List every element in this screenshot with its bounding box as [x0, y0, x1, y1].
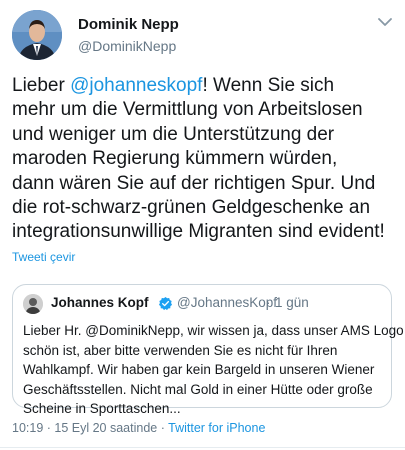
tweet-detail: Dominik Nepp @DominikNepp Lieber @johann…	[0, 0, 405, 450]
mention-link[interactable]: @johanneskopf	[70, 75, 202, 96]
tweet-text: Lieber @johanneskopf! Wenn Sie sich mehr…	[12, 74, 400, 245]
tweet-line: und weniger um die Unterstützung der	[12, 123, 335, 145]
tweet-prefix: Lieber	[12, 75, 71, 96]
tweet-line: maroden Regierung kümmern würden,	[12, 148, 338, 170]
separator-dot: ·	[266, 295, 271, 310]
divider	[0, 447, 405, 448]
quoted-author-handle: @JohannesKopf	[177, 295, 278, 310]
quoted-line: Lieber Hr. @DominikNepp, wir wissen ja, …	[23, 323, 404, 338]
quoted-author-name: Johannes Kopf	[51, 295, 149, 310]
author-name[interactable]: Dominik Nepp	[78, 16, 179, 33]
quoted-author-avatar	[23, 294, 43, 314]
tweet-line: dann wären Sie auf der richtigen Spur. U…	[12, 172, 376, 194]
tweet-line: mehr um die Vermittlung von Arbeitslosen	[12, 99, 363, 121]
tweet-date: · 15 Eyl 20 saatinde ·	[43, 421, 169, 435]
quoted-tweet-card[interactable]: Johannes Kopf @JohannesKopf · 1 gün Lieb…	[12, 284, 404, 416]
quoted-line: Scheine in Sporttaschen...	[23, 401, 181, 416]
tweet-line: Lieber @johanneskopf! Wenn Sie sich	[12, 74, 400, 98]
translate-tweet-link[interactable]: Tweeti çevir	[12, 250, 75, 264]
chevron-down-icon[interactable]	[375, 12, 395, 32]
tweet-meta: 10:19 · 15 Eyl 20 saatinde · Twitter for…	[12, 421, 265, 435]
verified-badge-icon	[158, 296, 173, 311]
quoted-tweet-text: Lieber Hr. @DominikNepp, wir wissen ja, …	[23, 321, 404, 419]
quoted-line: Wahlkampf. Wir haben gar kein Bargeld in…	[23, 362, 375, 377]
tweet-source-link[interactable]: Twitter for iPhone	[168, 421, 265, 435]
author-handle[interactable]: @DominikNepp	[78, 38, 176, 54]
quoted-line: schön ist, aber bitte verwenden Sie es n…	[23, 342, 338, 358]
quoted-timestamp: 1 gün	[275, 295, 309, 310]
tweet-time[interactable]: 10:19	[12, 421, 43, 435]
tweet-line: die rot-schwarz-grünen Geldgeschenke an	[12, 197, 371, 219]
tweet-line-text: ! Wenn Sie sich	[202, 75, 335, 96]
tweet-line: integrationsunwillige Migranten sind evi…	[12, 221, 385, 243]
quoted-line: Geschäftsstellen. Nicht mal Gold in eine…	[23, 381, 373, 397]
author-avatar[interactable]	[12, 10, 62, 60]
